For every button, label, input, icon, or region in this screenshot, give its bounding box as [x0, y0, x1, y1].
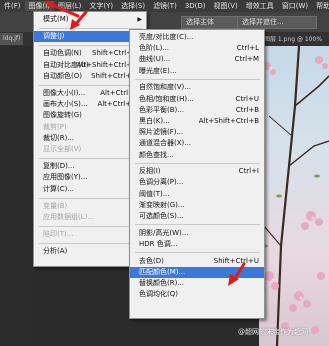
adjust-menu-item[interactable]: 色调分离(P)...	[130, 177, 264, 188]
select-and-mask-button[interactable]: 选择并遮住...	[237, 16, 317, 29]
menubar-item[interactable]: 3D(D)	[181, 2, 210, 10]
menu-item-label: 自动色调(N)	[43, 49, 82, 58]
menu-separator	[39, 243, 142, 245]
adjust-menu-item[interactable]: 阴影/高光(W)...	[130, 228, 264, 239]
menu-item-label: 照片滤镜(F)...	[139, 128, 184, 137]
menu-item-label: 变量(B)	[43, 201, 68, 210]
menu-separator	[39, 45, 142, 47]
menu-separator	[39, 28, 142, 30]
menu-item-label: 可选颜色(S)...	[139, 212, 184, 220]
menubar-item[interactable]: 窗口(W)	[278, 1, 312, 11]
menu-separator	[39, 158, 142, 160]
menu-item-label: 色调均化(Q)	[139, 290, 178, 299]
menu-separator	[135, 78, 260, 80]
menu-item-label: 应用图像(Y)...	[43, 173, 88, 182]
menu-separator	[39, 85, 142, 86]
adjust-menu-item[interactable]: 亮度/对比度(C)...	[130, 32, 264, 43]
menu-item-label: 匹配颜色(M)...	[139, 267, 186, 276]
watermark: @超网的宋宝作为超网	[238, 328, 308, 336]
adjust-menu-item[interactable]: HDR 色调...	[130, 239, 264, 250]
menu-item-label: 阴影/高光(W)...	[139, 228, 189, 237]
canvas-photo[interactable]	[259, 46, 329, 346]
tools-panel	[0, 46, 33, 346]
adjust-menu-item[interactable]: 黑白(K)... Alt+Shift+Ctrl+B	[130, 116, 264, 127]
menu-item-label: 反相(I)	[139, 167, 161, 176]
menu-separator	[135, 162, 260, 164]
adjust-menu-item[interactable]: 通道混合器(X)...	[130, 138, 264, 149]
adjust-menu-item[interactable]: 色阶(L)... Ctrl+L	[130, 43, 264, 54]
menubar-item[interactable]: 文字(Y)	[85, 1, 117, 11]
menu-shortcut: Ctrl+U	[235, 94, 259, 103]
adjust-menu-item[interactable]: 色相/饱和度(H)... Ctrl+U	[130, 94, 264, 105]
menu-item-label: 曲线(U)...	[139, 55, 171, 64]
menu-item-label: 色彩平衡(B)...	[139, 105, 184, 114]
menubar-item[interactable]: 帮助(H)	[312, 1, 329, 11]
adjust-menu-item[interactable]: 阈值(T)...	[130, 189, 264, 200]
menu-item-label: 替换颜色(R)...	[139, 279, 185, 287]
menu-separator	[135, 252, 260, 254]
menu-item-label: 色调分离(P)...	[139, 178, 184, 187]
menu-item-label: 颜色查找...	[139, 150, 174, 159]
menu-separator	[39, 226, 142, 228]
annotation-arrow-match-color	[228, 262, 246, 286]
menu-item-label: 自动颜色(O)	[43, 71, 82, 80]
menu-item-label: 调整(J)	[43, 32, 65, 41]
menu-item-label: 裁切(R)...	[43, 133, 75, 142]
document-tab[interactable]: ldq,jf)	[0, 33, 24, 45]
annotation-arrow-adjust	[70, 10, 88, 30]
adjust-menu-item[interactable]: 曝光度(E)...	[130, 66, 264, 77]
adjust-menu-item[interactable]: 曲线(U)... Ctrl+M	[130, 54, 264, 65]
adjust-menu-item[interactable]: 自然饱和度(V)...	[130, 82, 264, 93]
menu-item-label: 应用数据组(L)...	[43, 213, 95, 221]
menubar-item[interactable]: 增效工具	[242, 1, 278, 11]
adjust-menu-item[interactable]: 色调均化(Q)	[130, 289, 264, 300]
menu-item-label: 图像旋转(G)	[43, 111, 82, 120]
menu-shortcut: Ctrl+B	[235, 105, 259, 114]
menu-item-label: 显示全部(V)	[43, 145, 82, 153]
adjust-menu-item[interactable]: 色彩平衡(B)... Ctrl+B	[130, 105, 264, 116]
menu-separator	[39, 197, 142, 199]
menu-item-label: 亮度/对比度(C)...	[139, 33, 194, 41]
select-subject-button[interactable]: 选择主体	[181, 16, 241, 29]
menu-item-label: 计算(C)...	[43, 184, 75, 193]
menu-item-label: 阈值(T)...	[139, 189, 170, 198]
document-tab-title[interactable]: 图层 1.png @ 100%	[264, 34, 322, 43]
menu-item-label: 黑白(K)...	[139, 116, 170, 125]
menu-separator	[135, 224, 260, 226]
menubar-item[interactable]: 选择(S)	[117, 1, 149, 11]
adjust-menu-item[interactable]: 渐变映射(G)...	[130, 200, 264, 211]
menu-item-label: 色相/饱和度(H)...	[139, 94, 194, 103]
menu-item-label: 分析(A)	[43, 247, 68, 256]
menu-item-label: 渐变映射(G)...	[139, 200, 185, 209]
menu-item-label: 图像大小(I)...	[43, 89, 86, 97]
menu-shortcut: Alt+Shift+Ctrl+B	[198, 116, 259, 125]
menu-item-label: 裁剪(P)	[43, 122, 67, 131]
adjust-menu-item[interactable]: 照片滤镜(F)...	[130, 127, 264, 138]
adjust-menu-item[interactable]: 反相(I) Ctrl+I	[130, 166, 264, 177]
blossom-photo	[260, 46, 329, 346]
adjust-menu-item[interactable]: 颜色查找...	[130, 150, 264, 161]
menubar-item[interactable]: 滤镜(T)	[149, 1, 181, 11]
menu-item-label: 自然饱和度(V)...	[139, 83, 191, 92]
menu-item-label: HDR 色调...	[139, 239, 178, 248]
menu-item-label: 画布大小(S)...	[43, 100, 88, 109]
menu-shortcut: Ctrl+M	[234, 55, 259, 64]
menu-item-label: 通道混合器(X)...	[139, 139, 191, 148]
menu-shortcut: Ctrl+I	[238, 167, 259, 176]
menu-item-label: 陷印(T)...	[43, 230, 74, 239]
menu-item-label: 去色(D)	[139, 256, 164, 265]
menu-item-label: 曝光度(E)...	[139, 66, 177, 75]
menubar-item[interactable]: 件(F)	[0, 1, 25, 11]
menu-shortcut: Alt+Shift+Ctrl+L	[76, 60, 136, 69]
menu-item-label: 复制(D)...	[43, 162, 75, 171]
submenu-arrow-icon: ▶	[137, 16, 142, 23]
menu-shortcut: Ctrl+L	[236, 44, 259, 53]
menu-item-label: 色阶(L)...	[139, 44, 170, 53]
adjust-menu-item[interactable]: 可选颜色(S)...	[130, 211, 264, 222]
menubar-item[interactable]: 视图(V)	[210, 1, 242, 11]
